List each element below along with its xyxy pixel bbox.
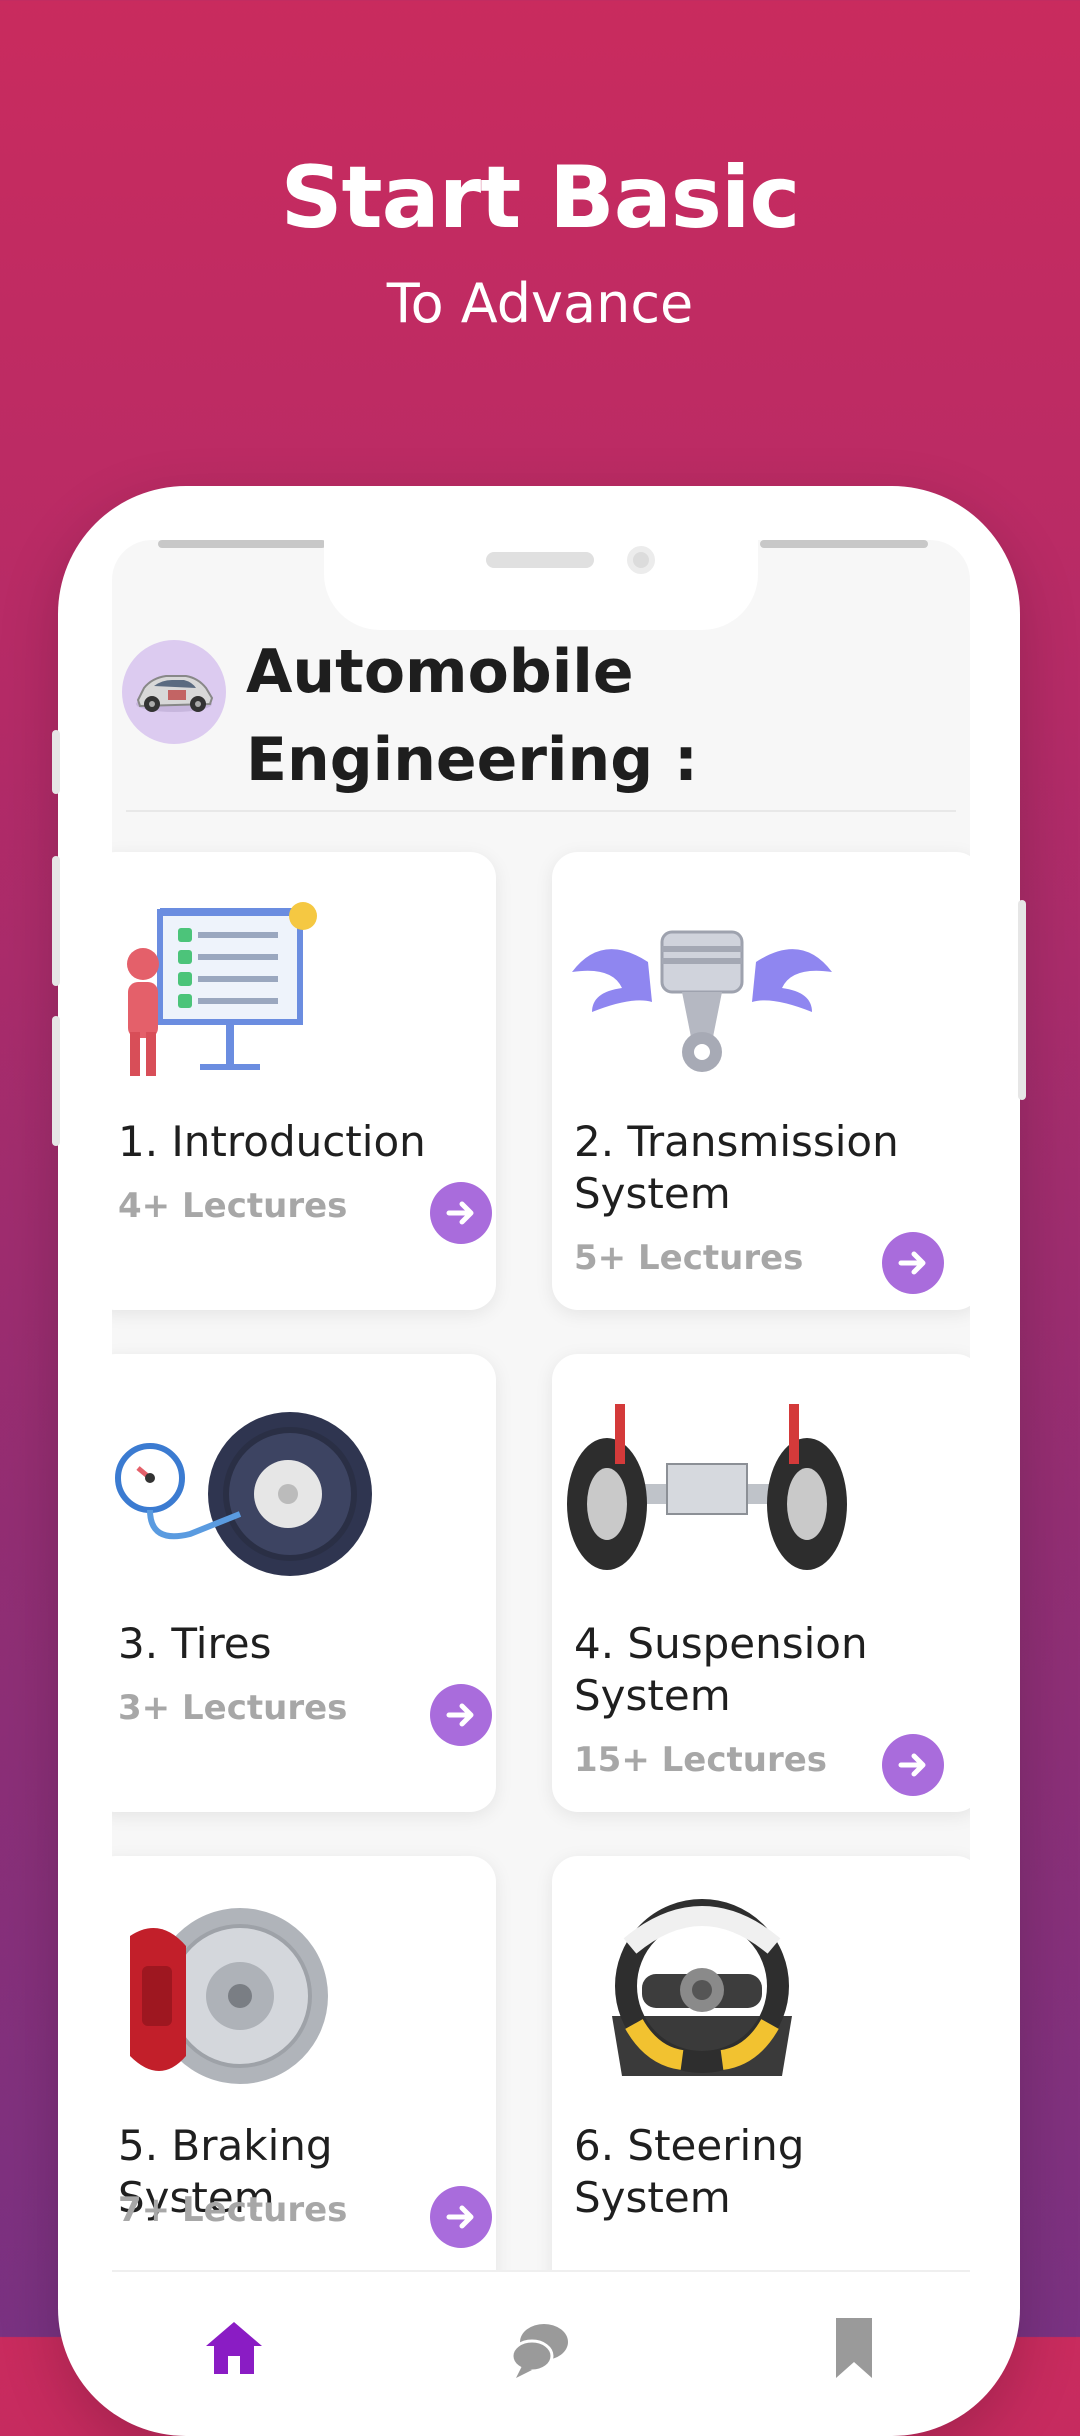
suspension-axle-icon (567, 1404, 847, 1570)
home-icon (206, 2322, 262, 2374)
arrow-right-icon (898, 1251, 926, 1275)
phone-power-button (1018, 900, 1026, 1100)
arrow-right-icon (898, 1753, 926, 1777)
course-card-introduction[interactable]: 1. Introduction 4+ Lectures (112, 852, 496, 1310)
phone-volume-up (52, 856, 60, 986)
arrow-right-icon (446, 2205, 474, 2229)
course-title: 1. Introduction (118, 1117, 426, 1166)
open-course-button[interactable] (430, 2186, 492, 2248)
steering-wheel-icon (612, 1899, 792, 2076)
open-course-button[interactable] (430, 1182, 492, 1244)
bookmark-icon (836, 2318, 872, 2378)
nav-bookmark[interactable] (822, 2316, 892, 2380)
open-course-button[interactable] (430, 1684, 492, 1746)
nav-home[interactable] (202, 2316, 272, 2380)
status-bar-right (760, 540, 928, 548)
status-bar-left (158, 540, 326, 548)
course-title: 2. Transmission System (574, 1117, 899, 1218)
hero-subtitle: To Advance (386, 272, 694, 335)
open-course-button[interactable] (882, 1734, 944, 1796)
course-card-steering-system[interactable]: 6. Steering System (552, 1856, 970, 2314)
phone-frame: Automobile Engineering : 1. Introduction… (52, 486, 1026, 2436)
presentation-board-icon (127, 902, 317, 1076)
course-card-braking-system[interactable]: 5. Braking System 7+ Lectures (112, 1856, 496, 2314)
header-divider (126, 810, 956, 812)
app-title: Automobile Engineering : (246, 637, 699, 795)
course-lectures: 5+ Lectures (574, 1238, 804, 1278)
phone-side-button (52, 730, 60, 794)
car-avatar-icon (122, 640, 226, 744)
winged-piston-icon (572, 930, 832, 1072)
course-card-transmission-system[interactable]: 2. Transmission System 5+ Lectures (552, 852, 970, 1310)
course-card-suspension-system[interactable]: 4. Suspension System 15+ Lectures (552, 1354, 970, 1812)
course-title: 6. Steering System (574, 2121, 805, 2222)
course-card-tires[interactable]: 3. Tires 3+ Lectures (112, 1354, 496, 1812)
course-lectures: 4+ Lectures (118, 1186, 348, 1226)
chat-icon (510, 2324, 568, 2378)
course-lectures: 3+ Lectures (118, 1688, 348, 1728)
nav-chat[interactable] (508, 2316, 578, 2380)
bottom-navigation (112, 2270, 970, 2390)
app-header: Automobile Engineering : (112, 600, 970, 795)
course-title: 4. Suspension System (574, 1619, 868, 1720)
app-screen: Automobile Engineering : 1. Introduction… (112, 540, 970, 2390)
course-title: 3. Tires (118, 1619, 272, 1668)
phone-volume-down (52, 1016, 60, 1146)
arrow-right-icon (446, 1201, 474, 1225)
tire-pressure-icon (115, 1412, 372, 1576)
open-course-button[interactable] (882, 1232, 944, 1294)
brake-disc-icon (130, 1908, 328, 2084)
hero-title: Start Basic (280, 148, 801, 248)
course-lectures: 7+ Lectures (118, 2190, 348, 2230)
speaker (486, 552, 594, 568)
arrow-right-icon (446, 1703, 474, 1727)
camera (627, 546, 655, 574)
course-lectures: 15+ Lectures (574, 1740, 828, 1780)
